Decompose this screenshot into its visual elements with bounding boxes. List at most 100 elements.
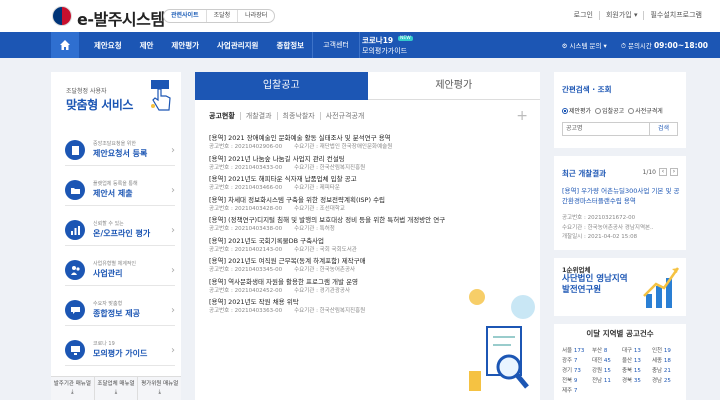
region-count[interactable]: 울산 13 <box>622 356 652 364</box>
notice-title[interactable]: [용역] 역사문화생태 자원을 활용한 프로그램 개발 운영 <box>209 278 509 287</box>
subtab-pre-spec[interactable]: 사전규격공개 <box>321 112 370 120</box>
koneps-link[interactable]: 나라장터 <box>238 10 274 22</box>
notice-item[interactable]: [용역] 2021년도 국회기록물DB 구축사업 공고번호 : 202104021… <box>209 237 529 258</box>
notice-title[interactable]: [용역] 2021년도 국회기록물DB 구축사업 <box>209 237 509 246</box>
tab-bid-notice[interactable]: 입찰공고 <box>195 72 368 100</box>
notice-agency: 수요기관 : 한국농어촌공사 <box>294 267 356 273</box>
winner-name: 사단법인 영남지역 발전연구원 <box>562 274 628 295</box>
region-count[interactable]: 인천 19 <box>652 346 682 354</box>
system-inquiry[interactable]: ⚙ 시스템 문의 ▾ <box>562 40 607 50</box>
menu-general-info[interactable]: 종합정보 <box>267 40 313 51</box>
notice-title[interactable]: [용역] (정책연구)디지털 침해 및 발행의 보호대상 정비 등을 위한 특허… <box>209 216 509 225</box>
utility-links: 로그인 회원가입 ▾ 필수설치프로그램 <box>568 11 708 20</box>
notice-item[interactable]: [용역] 2021년 나눔숲 나눔길 사업지 관리 컨설팅 공고번호 : 2021… <box>209 155 529 176</box>
region-count[interactable]: 경남 25 <box>652 376 682 384</box>
notice-item[interactable]: [용역] 차세대 정보화시스템 구축을 위한 정보전략계획(ISP) 수립 공고번… <box>209 196 529 217</box>
service-item[interactable]: 사업유형별 체계적인 사업관리 › <box>65 254 175 286</box>
winner-banner[interactable]: 1순위업체 사단법인 영남지역 발전연구원 <box>554 258 686 314</box>
service-item[interactable]: 코로나 19 모의평가 가이드 › <box>65 334 175 366</box>
region-count-grid: 서울 173 부산 8 대구 13 인천 19 광주 7 대전 45 울산 13 세종 18 경… <box>562 346 682 394</box>
region-number: 7 <box>573 358 578 364</box>
region-count[interactable]: 강원 15 <box>592 366 622 374</box>
custom-service-hero: 조달청정 사용자 맞춤형 서비스 <box>51 72 181 132</box>
notice-title[interactable]: [용역] 차세대 정보화시스템 구축을 위한 정보전략계획(ISP) 수립 <box>209 196 509 205</box>
customer-center-link[interactable]: 고객센터 <box>312 32 360 58</box>
notice-title[interactable]: [용역] 2021년도 작원 채용 위탁 <box>209 298 509 307</box>
menu-proposal-request[interactable]: 제안요청 <box>85 40 131 51</box>
tab-proposal-evaluation[interactable]: 제안평가 <box>367 72 540 100</box>
service-icon-bg <box>65 340 85 360</box>
subtab-notice-status[interactable]: 공고현황 <box>209 112 241 120</box>
region-count[interactable]: 광주 7 <box>562 356 592 364</box>
service-title: 종합정보 제공 <box>93 309 140 318</box>
region-count[interactable]: 경기 73 <box>562 366 592 374</box>
notice-agency: 수요기관 : 경기관광공사 <box>294 287 351 294</box>
notice-item[interactable]: [용역] (정책연구)디지털 침해 및 발행의 보호대상 정비 등을 위한 특허… <box>209 216 529 237</box>
subtab-opening-results[interactable]: 개찰결과 <box>241 112 278 120</box>
menu-project-support[interactable]: 사업관리지원 <box>208 40 267 51</box>
region-count[interactable]: 전북 9 <box>562 376 592 384</box>
home-button[interactable] <box>51 32 79 58</box>
service-title: 제안요청서 등록 <box>93 149 148 158</box>
corona-guide-link[interactable]: 코로나19 모의평가가이드 NEW <box>362 35 413 56</box>
region-name: 충북 <box>622 368 633 374</box>
region-count[interactable]: 전남 11 <box>592 376 622 384</box>
recent-result-title[interactable]: [용역] 우가량 어촌뉴딜300사업 기본 및 공간환경마스터플랜수립 용역 <box>562 186 680 206</box>
site-logo-text[interactable]: e-발주시스템 <box>77 6 165 30</box>
region-count[interactable]: 경북 35 <box>622 376 652 384</box>
next-icon[interactable]: › <box>670 168 678 176</box>
main-nav: 제안요청 제안 제안평가 사업관리지원 종합정보 고객센터 코로나19 모의평가… <box>0 32 720 58</box>
recent-results-title: 최근 개찰결과 <box>562 169 607 178</box>
manual-evaluator[interactable]: 평가위원 매뉴얼 ⤓ <box>138 377 181 400</box>
notice-item[interactable]: [용역] 2021 장애예술인 문화예술 활동 실태조사 및 분석연구 용역 공고… <box>209 134 529 155</box>
prev-icon[interactable]: ‹ <box>659 168 667 176</box>
radio-proposal-eval[interactable]: 제안평가 <box>562 106 591 115</box>
notice-title[interactable]: [용역] 2021년도 여직원 근무복(동계 하계포함) 제작구매 <box>209 257 509 266</box>
search-button[interactable]: 검색 <box>650 122 678 136</box>
login-link[interactable]: 로그인 <box>568 11 600 20</box>
top-bar: e-발주시스템 관련사이트 조달청 나라장터 로그인 회원가입 ▾ 필수설치프로… <box>0 0 720 32</box>
region-count[interactable]: 제주 7 <box>562 386 592 394</box>
subtab-final-winner[interactable]: 최종낙찰자 <box>278 112 321 120</box>
region-count[interactable]: 대전 45 <box>592 356 622 364</box>
menu-evaluation[interactable]: 제안평가 <box>162 40 208 51</box>
service-subtitle: 신뢰할 수 있는 <box>93 221 124 227</box>
notice-meta: 공고번호 : 20210402906-00 수요기관 : 재단법인 한국장애인문화… <box>209 143 529 151</box>
taegeuk-logo-icon[interactable] <box>52 6 72 26</box>
service-item[interactable]: 수요자 맞춤형 종합정보 제공 › <box>65 294 175 326</box>
menu-proposal[interactable]: 제안 <box>131 40 163 51</box>
required-programs-link[interactable]: 필수설치프로그램 <box>644 11 708 20</box>
region-count[interactable]: 충남 21 <box>652 366 682 374</box>
region-count[interactable]: 세종 18 <box>652 356 682 364</box>
notice-title[interactable]: [용역] 2021년 나눔숲 나눔길 사업지 관리 컨설팅 <box>209 155 509 164</box>
service-item[interactable]: 플랫업체 등록을 통해 제안서 제출 › <box>65 174 175 206</box>
region-count[interactable]: 충북 15 <box>622 366 652 374</box>
chevron-right-icon: › <box>171 345 175 356</box>
more-plus-icon[interactable]: + <box>516 108 528 124</box>
region-number: 21 <box>663 368 671 374</box>
manual-supplier[interactable]: 조달업체 매뉴얼 ⤓ <box>95 377 139 400</box>
pps-link[interactable]: 조달청 <box>207 10 239 22</box>
service-item[interactable]: 중앙조달요청을 위한 제안요청서 등록 › <box>65 134 175 166</box>
search-field-select[interactable]: 공고명 <box>562 122 650 136</box>
region-count[interactable]: 대구 13 <box>622 346 652 354</box>
manual-ordering-agency[interactable]: 발주기관 매뉴얼 ⤓ <box>51 377 95 400</box>
notice-item[interactable]: [용역] 2021년도 해피타운 식자재 납품업체 입찰 공고 공고번호 : 20… <box>209 175 529 196</box>
region-number: 45 <box>603 358 611 364</box>
notice-meta: 공고번호 : 20210402143-00 수요기관 : 국회 국회도서관 <box>209 246 529 254</box>
home-icon <box>60 40 70 50</box>
radio-pre-spec[interactable]: 사전규격게 <box>628 106 663 115</box>
search-illustration-icon <box>469 289 535 391</box>
region-count[interactable]: 부산 8 <box>592 346 622 354</box>
notice-title[interactable]: [용역] 2021년도 해피타운 식자재 납품업체 입찰 공고 <box>209 175 509 184</box>
service-item[interactable]: 신뢰할 수 있는 온/오프라인 평가 › <box>65 214 175 246</box>
region-number: 8 <box>603 348 608 354</box>
service-subtitle: 사업유형별 체계적인 <box>93 261 136 267</box>
notice-number: 공고번호 : 20210402906-00 <box>209 144 283 150</box>
notice-title[interactable]: [용역] 2021 장애예술인 문화예술 활동 실태조사 및 분석연구 용역 <box>209 134 509 143</box>
notice-item[interactable]: [용역] 2021년도 여직원 근무복(동계 하계포함) 제작구매 공고번호 : … <box>209 257 529 278</box>
signup-link[interactable]: 회원가입 ▾ <box>600 11 645 20</box>
radio-bid-notice[interactable]: 입찰공고 <box>595 106 624 115</box>
region-count[interactable]: 서울 173 <box>562 346 592 354</box>
related-sites-link[interactable]: 관련사이트 <box>164 10 207 22</box>
